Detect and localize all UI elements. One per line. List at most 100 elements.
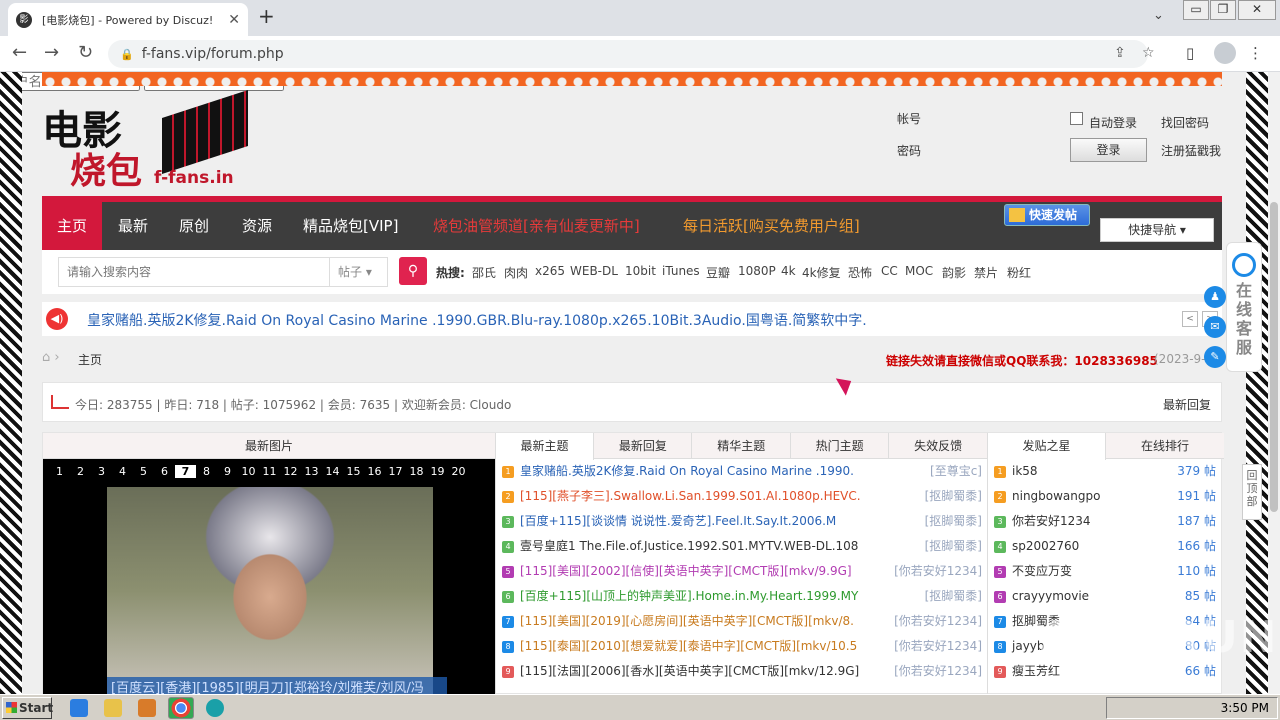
slider-page-button[interactable]: 14 (322, 465, 343, 478)
vertical-scrollbar[interactable] (1268, 72, 1280, 694)
slider-page-button[interactable]: 3 (91, 465, 112, 478)
hot-term[interactable]: 邵氏 (472, 264, 496, 281)
user-row[interactable]: 6 crayyymovie 85 帖 (988, 584, 1224, 609)
user-row[interactable]: 4 sp2002760 166 帖 (988, 534, 1224, 559)
qq-icon[interactable]: ♟ (1204, 286, 1226, 308)
thread-author[interactable]: [你若安好1234] (894, 609, 982, 634)
hot-term[interactable]: 4k (781, 264, 796, 278)
user-name[interactable]: 你若安好1234 (1012, 509, 1091, 534)
thread-title[interactable]: [115][法国][2006][香水][英语中英字][CMCT版][mkv/12… (520, 659, 860, 684)
bookmark-star-icon[interactable]: ☆ (1142, 45, 1155, 61)
search-input[interactable]: 请输入搜索内容 (58, 257, 330, 287)
thread-title[interactable]: 皇家赌船.英版2K修复.Raid On Royal Casino Marine … (520, 459, 860, 484)
tab-hot[interactable]: 热门主题 (791, 433, 890, 459)
wechat-icon[interactable]: ✉ (1204, 316, 1226, 338)
browser-tab[interactable]: 影 [电影烧包] - Powered by Discuz! ✕ (8, 3, 248, 36)
thread-author[interactable]: [你若安好1234] (894, 559, 982, 584)
tab-feedback[interactable]: 失效反馈 (890, 433, 988, 459)
media-player-icon[interactable] (138, 699, 156, 717)
thread-row[interactable]: 3 [百度+115][谈谈情 说说性.爱奇艺].Feel.It.Say.It.20… (496, 509, 988, 534)
slider-page-button[interactable]: 9 (217, 465, 238, 478)
hot-term[interactable]: WEB-DL (570, 264, 618, 278)
hot-term[interactable]: 粉红 (1007, 264, 1031, 281)
tab-latest[interactable]: 最新主题 (496, 433, 594, 460)
hot-term[interactable]: 1080P (738, 264, 776, 278)
slider-page-button[interactable]: 5 (133, 465, 154, 478)
tab-online-ranking[interactable]: 在线排行 (1106, 433, 1224, 459)
tab-search-chevron-icon[interactable]: ⌄ (1153, 8, 1164, 23)
thread-row[interactable]: 2 [115][燕子李三].Swallow.Li.San.1999.S01.AI.… (496, 484, 988, 509)
nav-resources[interactable]: 资源 (242, 202, 272, 250)
user-row[interactable]: 2 ningbowangpo 191 帖 (988, 484, 1224, 509)
start-button[interactable]: Start (2, 697, 53, 719)
sidepanel-icon[interactable]: ▯ (1186, 44, 1194, 62)
online-service-widget[interactable]: 在 线 客 服 (1226, 242, 1262, 372)
thread-author[interactable]: [抠脚蜀黍] (925, 534, 982, 559)
minimize-button[interactable]: ▭ (1183, 0, 1209, 20)
restore-button[interactable]: ❐ (1210, 0, 1236, 20)
thread-row[interactable]: 7 [115][美国][2019][心愿房间][英语中英字][CMCT版][mkv… (496, 609, 988, 634)
nav-vip[interactable]: 精品烧包[VIP] (303, 202, 398, 250)
hot-term[interactable]: x265 (535, 264, 565, 278)
hot-term[interactable]: 豆瓣 (706, 264, 730, 281)
profile-avatar[interactable] (1214, 42, 1236, 64)
hot-term[interactable]: MOC (905, 264, 933, 278)
ie-icon[interactable] (70, 699, 88, 717)
slider-page-button[interactable]: 12 (280, 465, 301, 478)
hot-term[interactable]: CC (881, 264, 898, 278)
close-window-button[interactable]: ✕ (1238, 0, 1276, 20)
folder-icon[interactable] (104, 699, 122, 717)
thread-author[interactable]: [至尊宝c] (930, 459, 982, 484)
slider-page-button[interactable]: 15 (343, 465, 364, 478)
slider-page-button[interactable]: 6 (154, 465, 175, 478)
thread-title[interactable]: 壹号皇庭1 The.File.of.Justice.1992.S01.MYTV.… (520, 534, 860, 559)
thread-row[interactable]: 1 皇家赌船.英版2K修复.Raid On Royal Casino Marine… (496, 459, 988, 484)
slider-page-button[interactable]: 8 (196, 465, 217, 478)
thread-row[interactable]: 4 壹号皇庭1 The.File.of.Justice.1992.S01.MYTV… (496, 534, 988, 559)
url-text[interactable]: f-fans.vip/forum.php (142, 46, 284, 62)
tab-top-posters[interactable]: 发贴之星 (988, 433, 1106, 460)
slider-page-button[interactable]: 7 (175, 465, 196, 478)
thread-row[interactable]: 9 [115][法国][2006][香水][英语中英字][CMCT版][mkv/1… (496, 659, 988, 684)
image-caption[interactable]: [百度云][香港][1985][明月刀][郑裕玲/刘雅芙/刘风/冯 (107, 677, 447, 694)
reload-icon[interactable]: ↻ (78, 42, 93, 63)
tab-reply[interactable]: 最新回复 (594, 433, 693, 459)
slider-page-button[interactable]: 20 (448, 465, 469, 478)
login-button[interactable]: 登录 (1070, 138, 1147, 162)
search-icon[interactable]: ⚲ (399, 257, 427, 285)
home-icon[interactable]: ⌂ › (42, 350, 60, 365)
thread-author[interactable]: [你若安好1234] (894, 634, 982, 659)
slider-page-button[interactable]: 4 (112, 465, 133, 478)
register-link[interactable]: 注册猛戳我 (1161, 142, 1221, 159)
chrome-icon[interactable] (168, 697, 194, 719)
forward-arrow-icon[interactable]: → (44, 42, 59, 63)
hot-term[interactable]: 禁片 (974, 264, 998, 281)
thread-row[interactable]: 6 [百度+115][山顶上的钟声美亚].Home.in.My.Heart.199… (496, 584, 988, 609)
slider-page-button[interactable]: 1 (49, 465, 70, 478)
feedback-icon[interactable]: ✎ (1204, 346, 1226, 368)
hot-term[interactable]: 恐怖 (848, 264, 872, 281)
user-row[interactable]: 5 不变应万变 110 帖 (988, 559, 1224, 584)
scrollbar-thumb[interactable] (1270, 202, 1278, 512)
hot-term[interactable]: 肉肉 (504, 264, 528, 281)
close-tab-icon[interactable]: ✕ (228, 12, 240, 28)
slider-page-button[interactable]: 10 (238, 465, 259, 478)
clock[interactable]: 3:50 PM (1221, 701, 1269, 715)
slider-page-button[interactable]: 13 (301, 465, 322, 478)
thread-title[interactable]: [115][美国][2019][心愿房间][英语中英字][CMCT版][mkv/… (520, 609, 860, 634)
nav-youtube-channel[interactable]: 烧包油管频道[亲有仙麦更新中] (433, 202, 640, 250)
nav-original[interactable]: 原创 (179, 202, 209, 250)
back-arrow-icon[interactable]: ← (12, 42, 27, 63)
thread-author[interactable]: [抠脚蜀黍] (925, 484, 982, 509)
omnibox[interactable]: 🔒 f-fans.vip/forum.php ⇪ ☆ (108, 40, 1155, 68)
user-name[interactable]: ik58 (1012, 459, 1038, 484)
hot-term[interactable]: 韵影 (942, 264, 966, 281)
nav-daily-active[interactable]: 每日活跃[购买免费用户组] (683, 202, 860, 250)
slider-page-button[interactable]: 19 (427, 465, 448, 478)
featured-image[interactable] (107, 487, 433, 694)
thread-row[interactable]: 5 [115][美国][2002][信使][英语中英字][CMCT版][mkv/9… (496, 559, 988, 584)
thread-author[interactable]: [抠脚蜀黍] (925, 584, 982, 609)
thread-title[interactable]: [115][泰国][2010][想爱就爱][泰语中字][CMCT版][mkv/1… (520, 634, 860, 659)
autologin-checkbox[interactable] (1070, 112, 1083, 125)
tab-digest[interactable]: 精华主题 (693, 433, 791, 459)
